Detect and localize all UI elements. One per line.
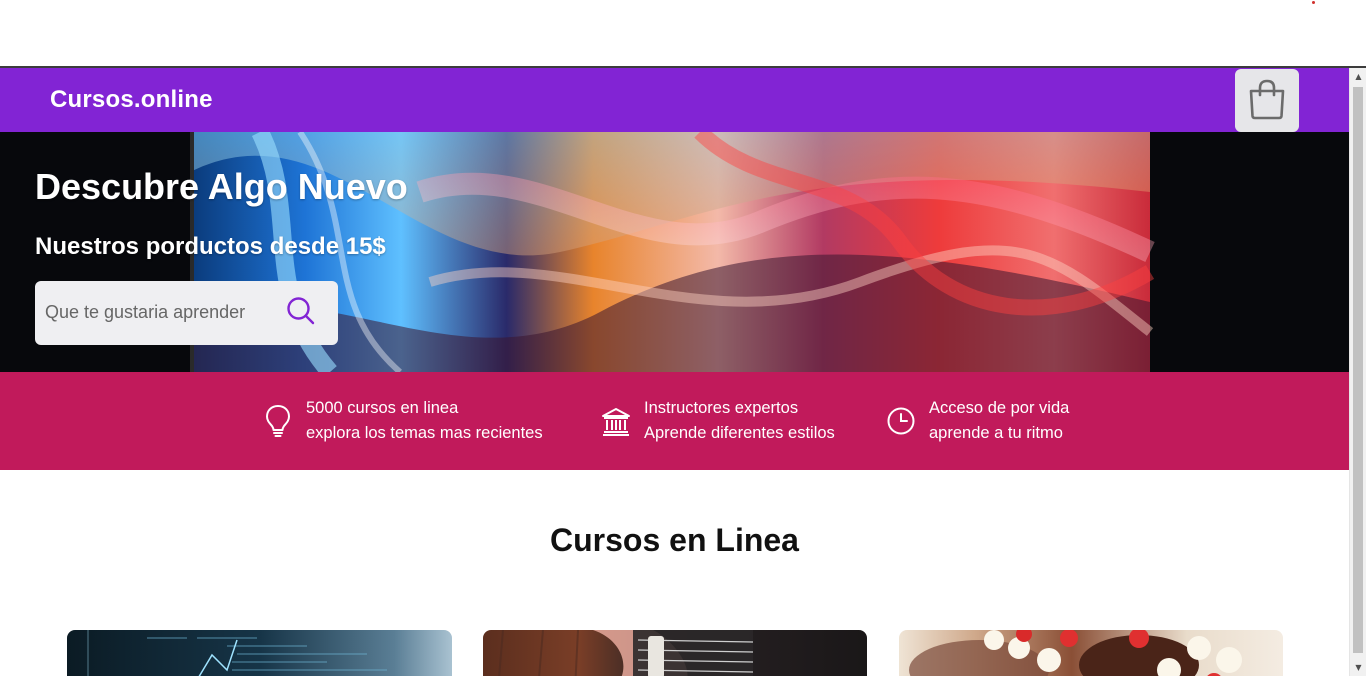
search-input[interactable] <box>45 299 265 325</box>
brand-logo[interactable]: Cursos.online <box>50 86 213 114</box>
course-card-image[interactable] <box>67 630 452 676</box>
shopping-bag-icon <box>1247 78 1287 124</box>
feature-text: Acceso de por vida aprende a tu ritmo <box>929 396 1069 446</box>
vertical-scrollbar[interactable]: ▲ ▼ <box>1349 68 1366 676</box>
feature-line2: Aprende diferentes estilos <box>644 424 835 442</box>
code-screen-image <box>87 630 387 676</box>
guitar-image <box>498 630 754 676</box>
course-card-image[interactable] <box>483 630 867 676</box>
notification-dot <box>1312 1 1315 4</box>
institution-icon <box>599 404 633 438</box>
feature-line1: Instructores expertos <box>644 399 799 417</box>
search-button[interactable] <box>283 295 319 331</box>
scroll-down-arrow-icon[interactable]: ▼ <box>1350 659 1366 676</box>
feature-access: Acceso de por vida aprende a tu ritmo <box>884 396 1069 446</box>
hero-banner: Descubre Algo Nuevo Nuestros porductos d… <box>0 132 1349 372</box>
hero-title: Descubre Algo Nuevo <box>35 166 408 207</box>
features-bar: 5000 cursos en linea explora los temas m… <box>0 372 1349 470</box>
section-title: Cursos en Linea <box>550 522 799 558</box>
search-icon <box>286 296 316 330</box>
navbar: Cursos.online <box>0 68 1349 132</box>
cart-button[interactable] <box>1235 69 1299 132</box>
feature-line2: aprende a tu ritmo <box>929 424 1063 442</box>
feature-line2: explora los temas mas recientes <box>306 424 543 442</box>
hero-subtitle: Nuestros porductos desde 15$ <box>35 233 386 260</box>
feature-text: Instructores expertos Aprende diferentes… <box>644 396 835 446</box>
search-box <box>35 281 338 345</box>
scroll-up-arrow-icon[interactable]: ▲ <box>1350 68 1366 85</box>
page-viewport: Cursos.online Descubre Algo Nuevo Nuestr… <box>0 68 1349 676</box>
feature-instructors: Instructores expertos Aprende diferentes… <box>599 396 835 446</box>
feature-line1: 5000 cursos en linea <box>306 399 459 417</box>
browser-top-area <box>0 0 1366 66</box>
feature-courses: 5000 cursos en linea explora los temas m… <box>261 396 543 446</box>
page-frame: Cursos.online Descubre Algo Nuevo Nuestr… <box>0 66 1366 676</box>
feature-line1: Acceso de por vida <box>929 399 1070 417</box>
clock-icon <box>884 404 918 438</box>
lightbulb-icon <box>261 404 295 438</box>
course-card-image[interactable] <box>899 630 1283 676</box>
feature-text: 5000 cursos en linea explora los temas m… <box>306 396 543 446</box>
scrollbar-thumb[interactable] <box>1353 87 1363 653</box>
dessert-image <box>909 630 1242 676</box>
